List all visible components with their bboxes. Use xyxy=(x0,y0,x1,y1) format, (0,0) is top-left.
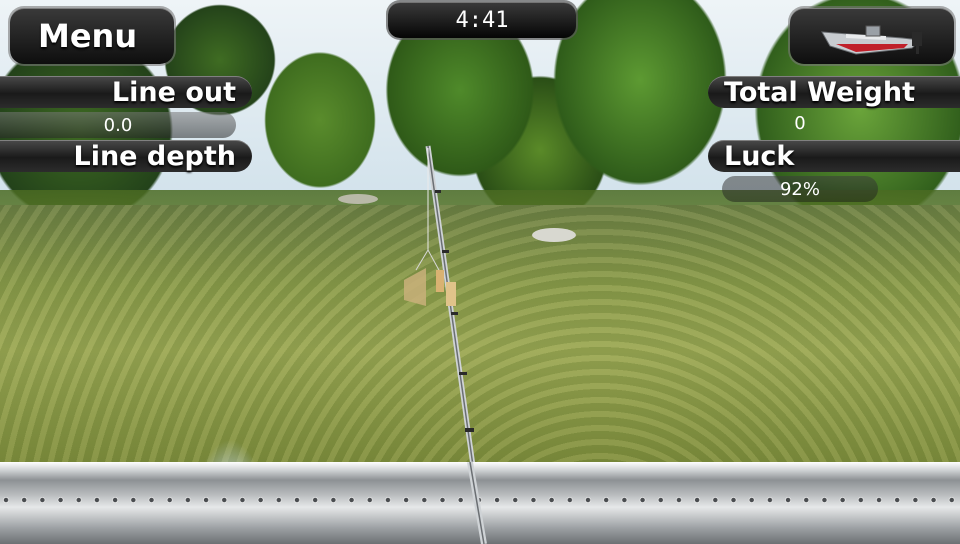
total-weight-value-box: 0 xyxy=(722,110,878,136)
luck-value-box: 92% xyxy=(722,176,878,202)
line-out-label: Line out xyxy=(111,76,236,108)
rock xyxy=(532,228,576,242)
line-out-value-box: 0.0 xyxy=(0,112,236,138)
luck-label: Luck xyxy=(724,140,795,172)
line-depth-label-pill: Line depth xyxy=(0,140,252,172)
rail-rivets xyxy=(0,496,960,504)
boat-button[interactable] xyxy=(790,8,954,64)
luck-label-pill: Luck xyxy=(708,140,960,172)
lake-water[interactable] xyxy=(0,205,960,470)
line-depth-label: Line depth xyxy=(73,140,237,172)
luck-value: 92% xyxy=(779,178,820,200)
total-weight-label: Total Weight xyxy=(724,76,916,108)
rock xyxy=(338,194,378,204)
line-out-value: 0.0 xyxy=(103,114,133,136)
timer: 4:41 xyxy=(388,2,576,38)
line-out-label-pill: Line out xyxy=(0,76,252,108)
menu-button[interactable]: Menu xyxy=(10,8,174,64)
total-weight-value: 0 xyxy=(794,112,806,134)
timer-value: 4:41 xyxy=(455,7,509,33)
total-weight-label-pill: Total Weight xyxy=(708,76,960,108)
boat-icon xyxy=(821,25,922,55)
menu-button-label: Menu xyxy=(38,17,138,55)
